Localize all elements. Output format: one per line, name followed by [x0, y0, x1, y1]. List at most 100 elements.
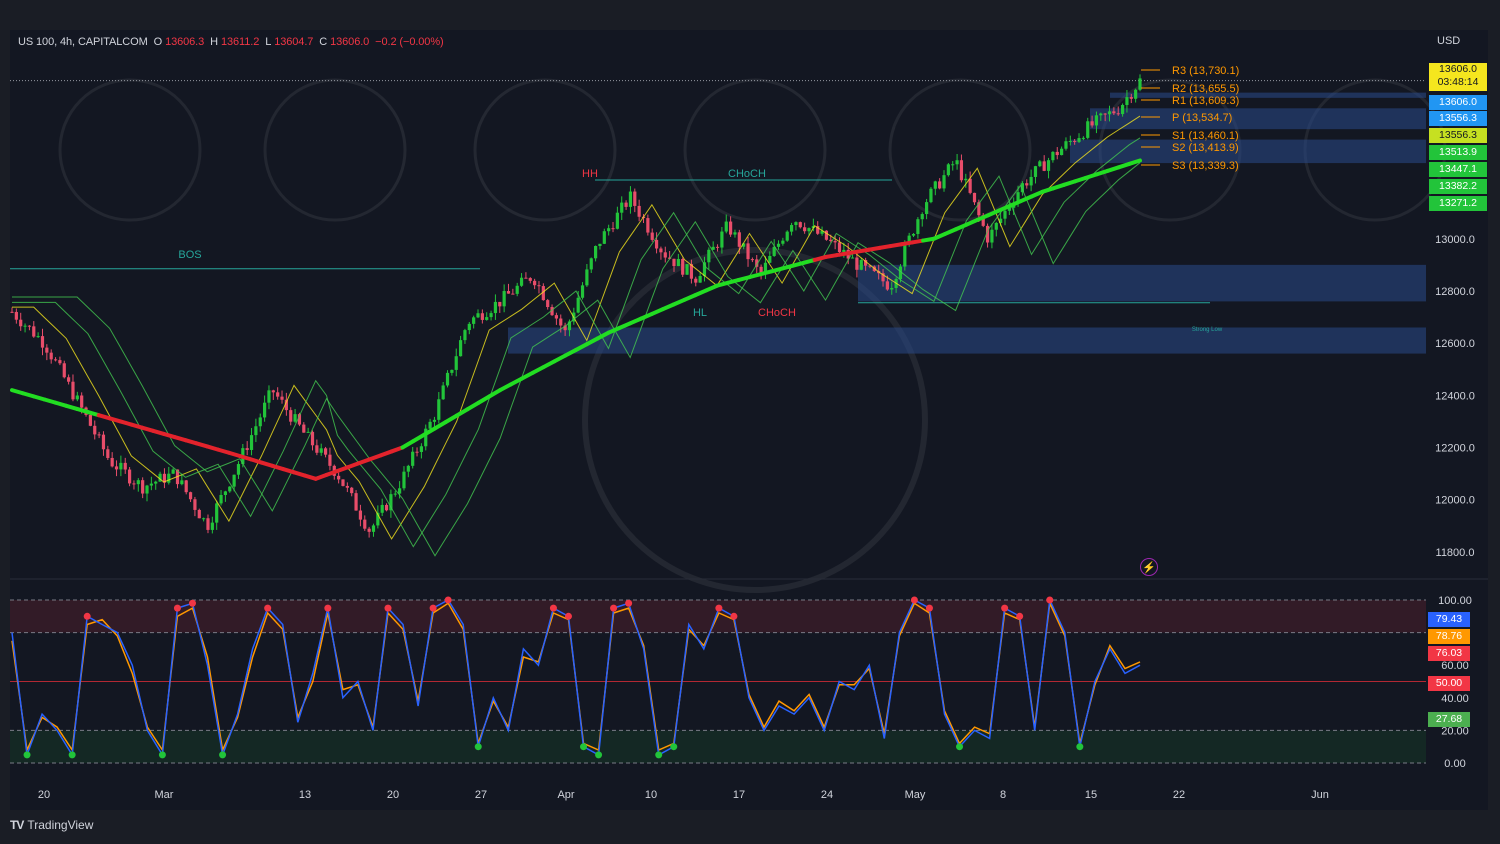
candle-body: [472, 317, 476, 324]
oscillator-cross-dot: [549, 604, 557, 612]
oscillator-tick-label: 40.00: [1441, 693, 1469, 705]
candle-body: [803, 227, 807, 232]
tradingview-logo[interactable]: TV TradingView: [10, 818, 93, 832]
candle-body: [206, 518, 210, 530]
candle-body: [785, 231, 789, 241]
candle-body: [654, 239, 659, 249]
candle-body: [964, 178, 968, 181]
candle-body: [959, 160, 964, 181]
candle-body: [546, 300, 550, 308]
structure-annotation: HL: [693, 307, 707, 319]
trend-ma: [10, 158, 1142, 481]
candle-body: [607, 228, 611, 232]
candle-body: [58, 360, 62, 364]
pivot-label: R1 (13,609.3): [1172, 95, 1239, 107]
candle-body: [990, 229, 994, 243]
candle-body: [371, 525, 376, 532]
candle-body: [219, 494, 223, 504]
oscillator-tick-label: 100.00: [1438, 595, 1472, 607]
pivot-label: S3 (13,339.3): [1172, 160, 1239, 172]
candle-body: [537, 285, 541, 287]
oscillator-cross-dot: [580, 743, 588, 751]
x-tick-label: 10: [645, 789, 657, 801]
y-tick-label: 13000.0: [1435, 234, 1475, 246]
candle-body: [1068, 140, 1072, 142]
candle-body: [833, 241, 837, 243]
candle-body: [45, 347, 49, 353]
candle-body: [1129, 97, 1133, 99]
oscillator-cross-dot: [610, 604, 618, 612]
candle-body: [955, 160, 959, 165]
pivot-label: R3 (13,730.1): [1172, 65, 1239, 77]
candle-body: [485, 317, 489, 320]
oscillator-tick-label: 20.00: [1441, 725, 1469, 737]
candle-body: [890, 287, 894, 290]
price-tag: 13556.3: [1429, 128, 1487, 143]
candle-body: [676, 259, 680, 267]
candle-body: [681, 259, 685, 275]
candle-body: [306, 431, 310, 433]
candle-body: [663, 252, 667, 258]
oscillator-cross-dot: [83, 612, 91, 620]
oscillator-tag: 50.00: [1428, 676, 1470, 691]
candle-body: [10, 311, 14, 313]
x-tick-label: 22: [1173, 789, 1185, 801]
oscillator-cross-dot: [1076, 743, 1084, 751]
candle-body: [293, 414, 297, 422]
candle-body: [707, 249, 711, 263]
candle-body: [1125, 97, 1129, 105]
candle-body: [1099, 113, 1103, 116]
candle-body: [885, 281, 889, 290]
lightning-icon[interactable]: ⚡: [1140, 558, 1158, 576]
candle-body: [1077, 138, 1081, 142]
candle-body: [1081, 137, 1085, 139]
candle-body: [615, 212, 619, 229]
price-tag: 13447.1: [1429, 162, 1487, 177]
candles: [10, 74, 1142, 538]
y-tick-label: 12000.0: [1435, 495, 1475, 507]
x-tick-label: Mar: [155, 789, 174, 801]
candle-body: [380, 504, 384, 513]
oscillator-cross-dot: [715, 604, 723, 612]
oscillator-cross-dot: [910, 596, 918, 604]
candle-body: [267, 390, 271, 403]
price-tag: 13382.2: [1429, 179, 1487, 194]
candle-body: [1103, 113, 1107, 115]
candle-body: [781, 240, 785, 244]
candle-body: [850, 257, 855, 259]
oscillator-cross-dot: [1001, 604, 1009, 612]
candle-body: [911, 233, 916, 236]
x-tick-label: 27: [475, 789, 487, 801]
candle-body: [454, 356, 458, 370]
candle-body: [916, 219, 920, 234]
y-tick-label: 11800.0: [1436, 547, 1475, 559]
oscillator-cross-dot: [188, 599, 196, 607]
candle-body: [145, 485, 149, 494]
candle-body: [498, 301, 502, 307]
candle-body: [141, 480, 145, 494]
oscillator-cross-dot: [173, 604, 181, 612]
chart-panel[interactable]: 11800.0 12000.0 12200.0 12400.0 12600.0 12800…: [10, 30, 1488, 810]
candle-body: [323, 448, 328, 455]
candle-body: [358, 510, 363, 520]
candle-body: [88, 414, 92, 426]
candle-body: [794, 222, 798, 226]
oscillator-cross-dot: [68, 751, 76, 759]
candle-body: [489, 313, 493, 318]
structure-annotation: CHoCH: [758, 307, 796, 319]
open-label: O: [153, 36, 163, 48]
candle-body: [1073, 140, 1077, 142]
candle-body: [202, 518, 206, 520]
candle-body: [1055, 151, 1059, 156]
close-value: 13606.0: [330, 36, 370, 48]
candle-body: [942, 175, 946, 189]
candle-body: [184, 480, 188, 493]
candle-body: [271, 390, 275, 393]
price-chart-svg[interactable]: 11800.0 12000.0 12200.0 12400.0 12600.0 12800…: [10, 30, 1488, 810]
y-tick-label: 12600.0: [1435, 338, 1475, 350]
oscillator-cross-dot: [384, 604, 392, 612]
candle-body: [1107, 111, 1112, 115]
candle-body: [132, 483, 136, 485]
candle-body: [672, 258, 676, 267]
candle-body: [167, 473, 171, 483]
